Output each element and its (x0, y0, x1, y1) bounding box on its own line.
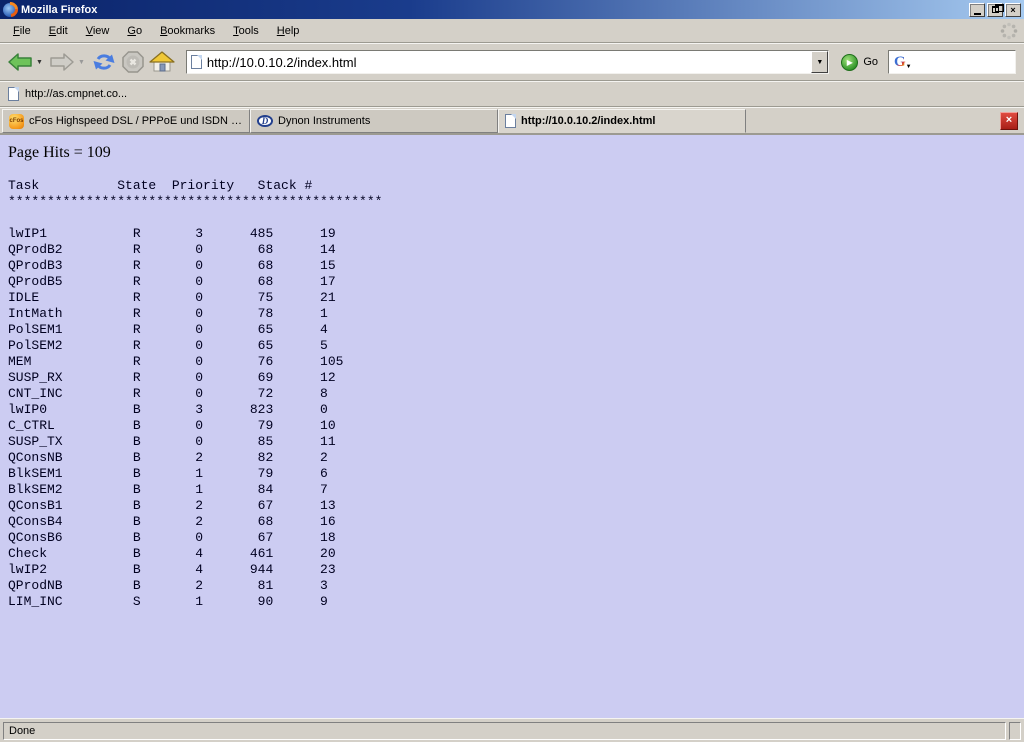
restore-icon (992, 6, 999, 13)
tab-index-html-active[interactable]: http://10.0.10.2/index.html (498, 109, 746, 133)
throbber-icon (998, 20, 1020, 42)
forward-icon (49, 51, 75, 73)
page-content: Page Hits = 109 Task State Priority Stac… (0, 135, 1024, 718)
firefox-icon (3, 3, 17, 17)
tab-bar: cFos cFos Highspeed DSL / PPPoE und ISDN… (0, 107, 1024, 135)
close-button[interactable]: × (1005, 3, 1021, 17)
task-table: Task State Priority Stack # ************… (8, 178, 1016, 610)
url-dropdown-button[interactable]: ▼ (811, 51, 828, 73)
minimize-icon (974, 13, 981, 15)
tab-page-icon (505, 114, 516, 128)
minimize-button[interactable] (969, 3, 985, 17)
bookmarks-toolbar: http://as.cmpnet.co... (0, 81, 1024, 107)
home-icon (149, 51, 175, 73)
menubar: File Edit View Go Bookmarks Tools Help (0, 19, 1024, 43)
status-text: Done (3, 722, 1006, 740)
window-controls: × (969, 3, 1021, 17)
menu-file[interactable]: File (4, 22, 40, 40)
bookmark-label: http://as.cmpnet.co... (25, 88, 127, 100)
bookmark-item[interactable]: http://as.cmpnet.co... (8, 87, 127, 101)
search-input[interactable] (914, 55, 1015, 69)
forward-button[interactable] (48, 50, 76, 74)
tab-dynon[interactable]: D Dynon Instruments (250, 109, 498, 133)
restore-button[interactable] (987, 3, 1003, 17)
menu-bookmarks[interactable]: Bookmarks (151, 22, 224, 40)
go-icon: ▶ (841, 54, 858, 71)
reload-icon (91, 50, 117, 74)
window-title: Mozilla Firefox (21, 4, 965, 16)
back-dropdown-arrow[interactable]: ▼ (36, 59, 46, 66)
reload-button[interactable] (90, 49, 118, 75)
page-icon (191, 55, 202, 69)
menu-tools[interactable]: Tools (224, 22, 268, 40)
tab-label: Dynon Instruments (278, 115, 370, 127)
resize-grip[interactable] (1009, 722, 1021, 740)
back-icon (7, 51, 33, 73)
go-button[interactable]: ▶ Go (837, 54, 886, 71)
tab-cfos[interactable]: cFos cFos Highspeed DSL / PPPoE und ISDN… (2, 109, 250, 133)
menu-help[interactable]: Help (268, 22, 309, 40)
tab-label: http://10.0.10.2/index.html (521, 115, 655, 127)
dynon-favicon-icon: D (257, 115, 273, 127)
menu-view[interactable]: View (77, 22, 119, 40)
url-bar: ▼ (186, 50, 829, 74)
go-label: Go (863, 56, 878, 68)
cfos-favicon-icon: cFos (9, 114, 24, 129)
close-tab-button[interactable]: × (1000, 112, 1018, 130)
menu-edit[interactable]: Edit (40, 22, 77, 40)
status-bar: Done (0, 718, 1024, 742)
stop-icon (121, 50, 145, 74)
navigation-toolbar: ▼ ▼ (0, 43, 1024, 81)
forward-dropdown-arrow[interactable]: ▼ (78, 59, 88, 66)
home-button[interactable] (148, 50, 176, 74)
stop-button[interactable] (120, 49, 146, 75)
page-hits-text: Page Hits = 109 (8, 144, 1016, 162)
google-logo-icon[interactable]: G (892, 55, 908, 70)
firefox-window: Mozilla Firefox × File Edit View Go Book… (0, 0, 1024, 742)
titlebar[interactable]: Mozilla Firefox × (0, 0, 1024, 19)
menu-go[interactable]: Go (118, 22, 151, 40)
tab-label: cFos Highspeed DSL / PPPoE und ISDN CAP.… (29, 115, 243, 127)
url-input[interactable] (202, 52, 811, 72)
back-button[interactable] (6, 50, 34, 74)
bookmark-page-icon (8, 87, 19, 101)
search-box: G ▼ (888, 50, 1016, 74)
